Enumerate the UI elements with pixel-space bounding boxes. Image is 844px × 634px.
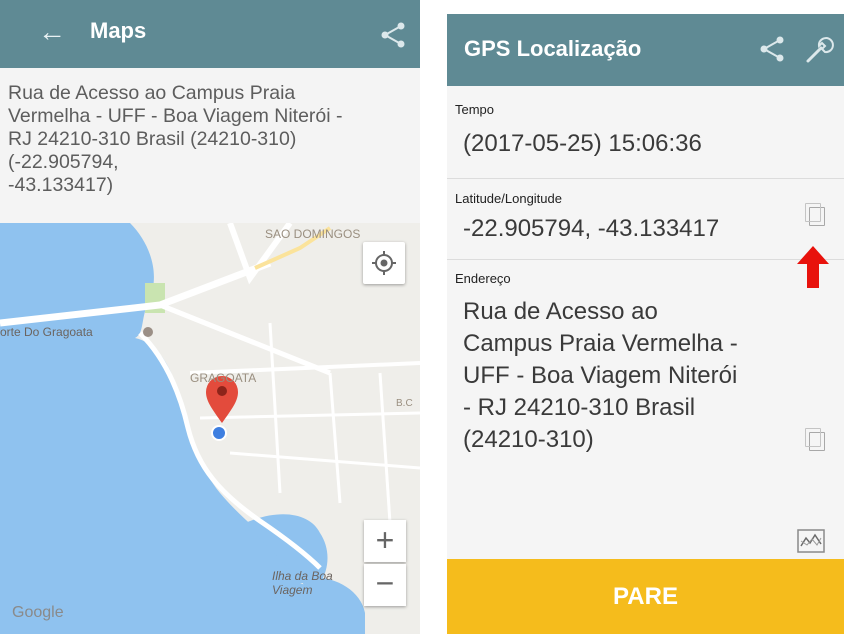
maps-title: Maps bbox=[90, 18, 147, 43]
arrow-left-icon[interactable]: ← bbox=[38, 16, 66, 48]
latlng-value: -22.905794, -43.133417 bbox=[463, 215, 720, 242]
poi-icon bbox=[143, 327, 153, 337]
address-label: Endereço bbox=[455, 271, 511, 286]
latlng-label: Latitude/Longitude bbox=[455, 191, 562, 206]
chart-icon[interactable] bbox=[797, 529, 825, 553]
current-location-dot bbox=[211, 425, 227, 441]
copy-icon[interactable] bbox=[805, 428, 825, 451]
copy-icon[interactable] bbox=[805, 203, 825, 226]
maps-app-bar: ← Maps bbox=[0, 0, 420, 68]
map-label-gragoata: GRAGOATA bbox=[190, 371, 257, 385]
time-section: Tempo (2017-05-25) 15:06:36 bbox=[447, 86, 844, 178]
stop-button[interactable]: PARE bbox=[447, 559, 844, 634]
gps-screen: GPS Localização Tempo (2017-05-25) 15:06… bbox=[447, 14, 844, 634]
maps-screen: ← Maps Rua de Acesso ao Campus Praia Ver… bbox=[0, 0, 420, 634]
share-icon[interactable] bbox=[757, 34, 787, 64]
gps-app-bar: GPS Localização bbox=[447, 14, 844, 86]
google-logo: Google bbox=[12, 604, 64, 621]
map-view[interactable]: SAO DOMINGOS orte Do Gragoata GRAGOATA B… bbox=[0, 221, 420, 634]
map-label-forte: orte Do Gragoata bbox=[0, 325, 93, 339]
map-label-sao-domingos: SAO DOMINGOS bbox=[265, 227, 361, 241]
zoom-in-button[interactable]: + bbox=[364, 520, 406, 562]
time-value: (2017-05-25) 15:06:36 bbox=[463, 130, 702, 157]
gps-title: GPS Localização bbox=[464, 36, 642, 61]
map-canvas[interactable] bbox=[0, 221, 420, 634]
share-icon[interactable] bbox=[378, 20, 408, 50]
address-value: Rua de Acesso ao Campus Praia Vermelha -… bbox=[463, 298, 738, 453]
maps-address-text: Rua de Acesso ao Campus Praia Vermelha -… bbox=[8, 82, 343, 196]
latlng-section: Latitude/Longitude -22.905794, -43.13341… bbox=[447, 179, 844, 259]
map-label-bc: B.C bbox=[396, 398, 413, 409]
map-label-ilha: Ilha da Boa Viagem bbox=[272, 569, 333, 597]
time-label: Tempo bbox=[455, 102, 495, 117]
my-location-button[interactable] bbox=[363, 242, 405, 284]
crosshair-icon bbox=[372, 251, 396, 275]
wrench-icon[interactable] bbox=[803, 34, 835, 66]
address-section: Endereço Rua de Acesso ao Campus Praia V… bbox=[447, 260, 844, 460]
zoom-out-button[interactable]: − bbox=[364, 564, 406, 606]
